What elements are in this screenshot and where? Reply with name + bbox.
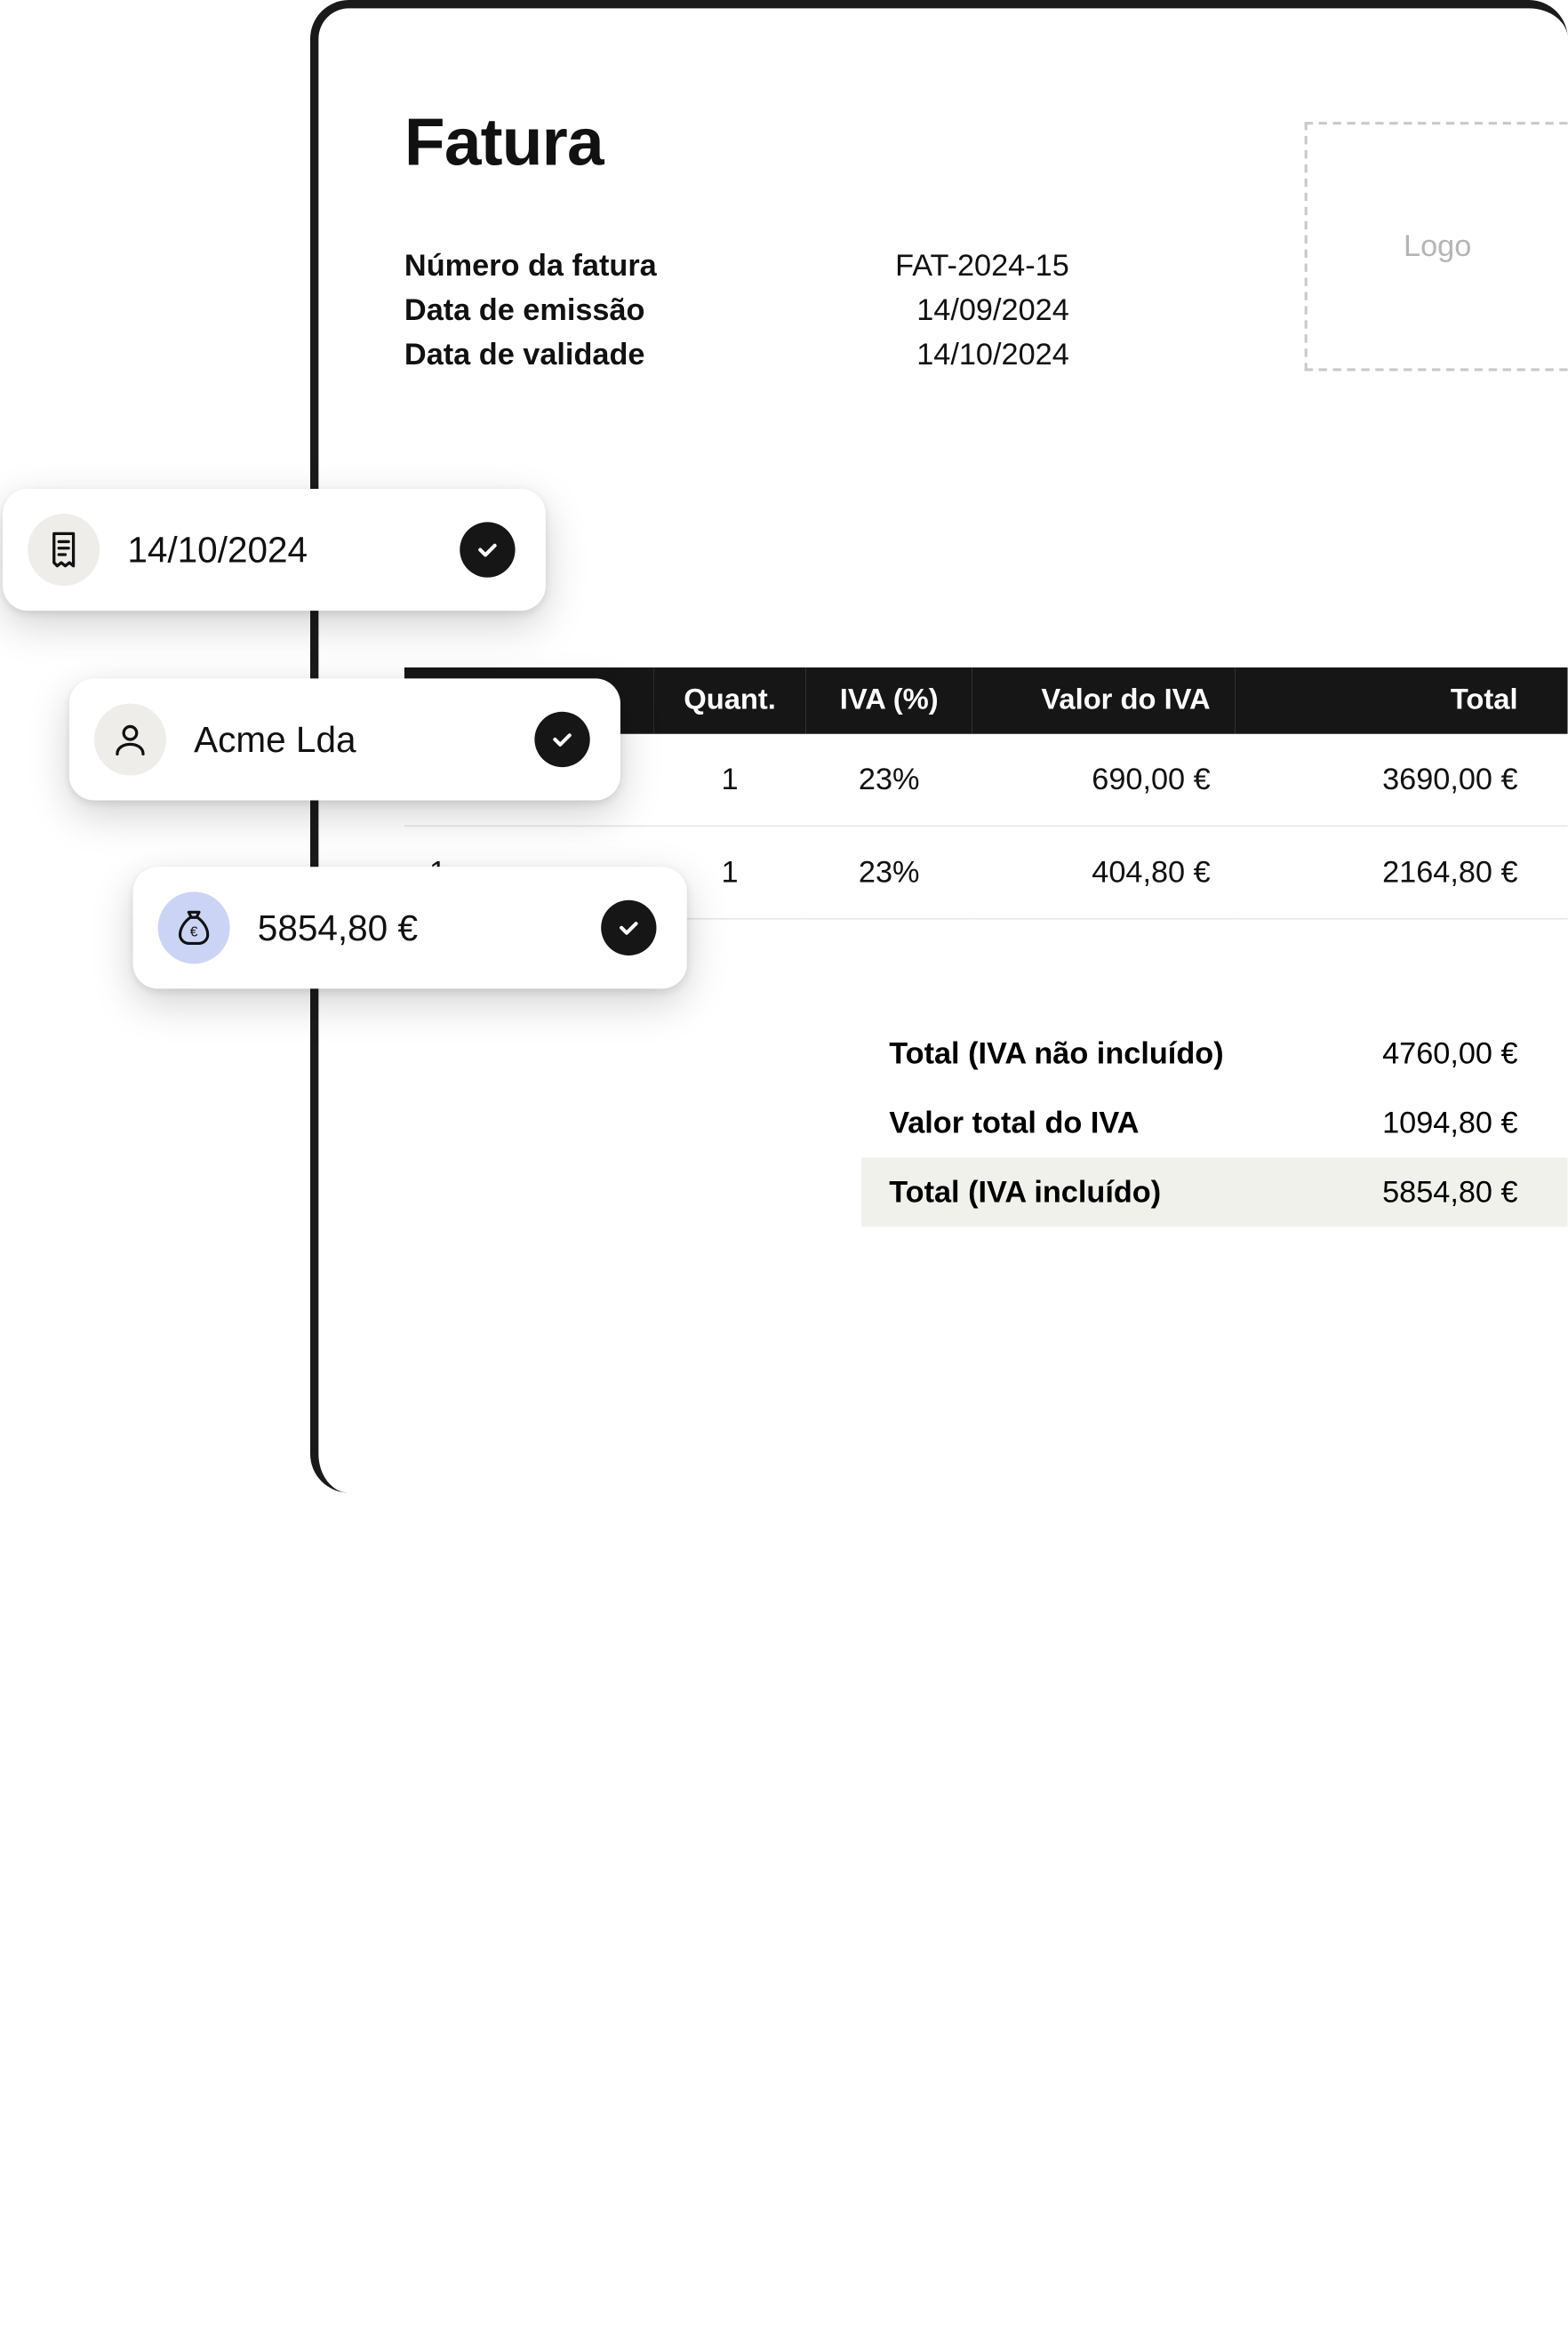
cell-total: 3690,00 € [1236, 734, 1568, 827]
check-icon [460, 522, 515, 577]
issue-date-label: Data de emissão [404, 292, 764, 329]
extracted-client-value: Acme Lda [194, 718, 507, 761]
logo-placeholder[interactable]: Logo [1305, 122, 1568, 371]
extracted-date-value: 14/10/2024 [127, 528, 432, 571]
due-date-label: Data de validade [404, 337, 764, 373]
subtotal-label: Total (IVA não incluído) [889, 1035, 1223, 1072]
subtotal-row: Total (IVA não incluído) 4760,00 € [861, 1019, 1568, 1089]
cell-iva-value: 404,80 € [972, 826, 1236, 918]
col-total: Total [1236, 667, 1568, 734]
grand-total-label: Total (IVA incluído) [889, 1174, 1161, 1211]
person-icon [94, 703, 166, 775]
check-icon [534, 712, 589, 767]
extracted-date-chip[interactable]: 14/10/2024 [3, 489, 546, 611]
col-qty: Quant. [653, 667, 805, 734]
iva-total-label: Valor total do IVA [889, 1105, 1139, 1141]
grand-total-value: 5854,80 € [1382, 1174, 1517, 1211]
totals-block: Total (IVA não incluído) 4760,00 € Valor… [861, 1019, 1568, 1227]
cell-iva: 23% [806, 734, 972, 827]
extracted-amount-value: 5854,80 € [258, 907, 573, 949]
col-iva-value: Valor do IVA [972, 667, 1236, 734]
subtotal-value: 4760,00 € [1382, 1035, 1517, 1072]
cell-iva-value: 690,00 € [972, 734, 1236, 827]
due-date-value: 14/10/2024 [764, 337, 1069, 373]
check-icon [601, 900, 656, 955]
invoice-number-label: Número da fatura [404, 248, 764, 284]
extracted-amount-chip[interactable]: € 5854,80 € [133, 867, 687, 988]
issue-date-value: 14/09/2024 [764, 292, 1069, 329]
receipt-icon [28, 514, 100, 586]
iva-total-value: 1094,80 € [1382, 1105, 1517, 1141]
grand-total-row: Total (IVA incluído) 5854,80 € [861, 1157, 1568, 1227]
cell-total: 2164,80 € [1236, 826, 1568, 918]
svg-text:€: € [190, 925, 198, 940]
cell-qty: 1 [653, 734, 805, 827]
money-bag-icon: € [158, 891, 230, 963]
invoice-number-value: FAT-2024-15 [764, 248, 1069, 284]
iva-total-row: Valor total do IVA 1094,80 € [861, 1089, 1568, 1158]
cell-iva: 23% [806, 826, 972, 918]
col-iva: IVA (%) [806, 667, 972, 734]
logo-placeholder-label: Logo [1404, 228, 1471, 265]
extracted-client-chip[interactable]: Acme Lda [69, 678, 620, 800]
